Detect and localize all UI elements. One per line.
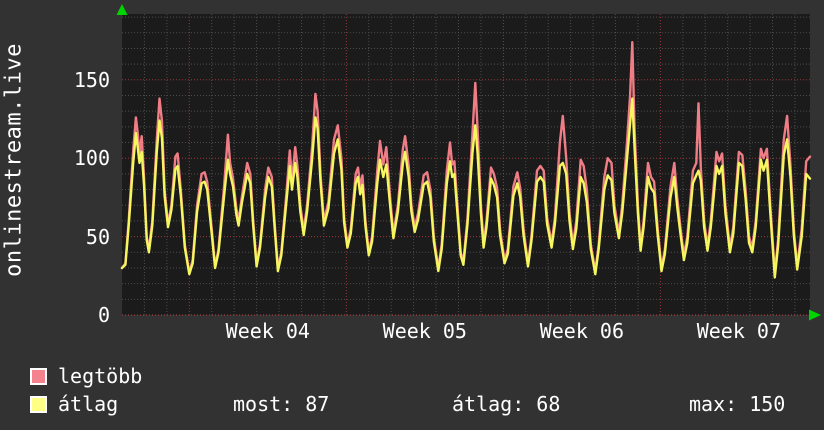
legend-swatch-atlag-icon — [30, 395, 47, 413]
y-axis-label: 50 — [85, 224, 110, 249]
x-axis-arrow-icon — [809, 309, 821, 321]
x-axis-label: Week 04 — [225, 319, 310, 343]
legend-row-atlag: átlag — [30, 394, 118, 414]
x-axis-label: Week 05 — [382, 319, 467, 343]
stat-most: most: 87 — [233, 392, 330, 416]
y-axis-label: 100 — [73, 146, 110, 171]
x-axis-label: Week 06 — [539, 319, 625, 343]
rrd-graph-screen: onlinestream.live 0 50 100 150 Week 04 Week … — [0, 0, 824, 430]
stat-max: max: 150 — [689, 392, 786, 416]
stat-atlag: átlag: 68 — [452, 392, 561, 416]
y-axis-arrow-icon — [116, 4, 128, 15]
legend-row-legtobb: legtöbb — [30, 366, 142, 386]
legend-swatch-legtobb-icon — [30, 367, 47, 385]
x-axis-label: Week 07 — [696, 319, 782, 343]
legend-label-atlag: átlag — [58, 392, 119, 416]
y-axis-label: 0 — [97, 303, 110, 327]
legend-label-legtobb: legtöbb — [58, 364, 143, 388]
y-axis-label: 150 — [73, 67, 110, 92]
